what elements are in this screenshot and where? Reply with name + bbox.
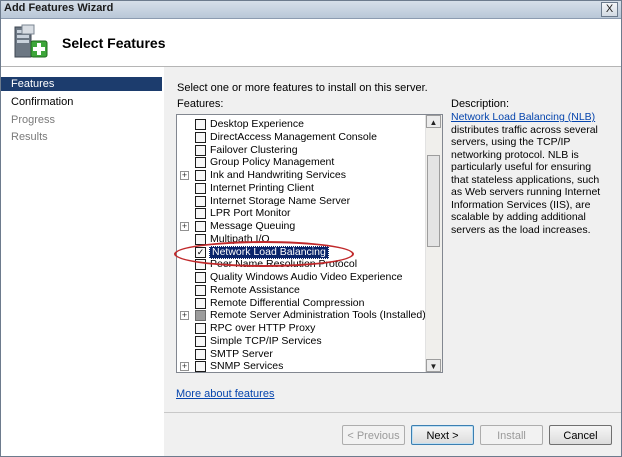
description-label: Description: [451,98,510,110]
feature-checkbox[interactable] [195,195,206,207]
feature-checkbox[interactable] [195,297,206,309]
expand-icon[interactable]: + [180,311,189,321]
feature-label[interactable]: Peer Name Resolution Protocol [210,258,357,271]
feature-row[interactable]: RPC over HTTP Proxy [177,322,427,335]
feature-row[interactable]: SMTP Server [177,348,427,361]
feature-checkbox[interactable] [195,144,206,156]
feature-checkbox[interactable] [195,272,206,283]
feature-label[interactable]: Group Policy Management [210,156,334,169]
feature-row[interactable]: + Remote Server Administration Tools (Ins… [177,309,427,322]
feature-label[interactable]: Quality Windows Audio Video Experience [210,271,402,284]
feature-checkbox[interactable] [195,131,206,143]
install-button: Install [480,425,543,445]
expand-icon[interactable]: + [180,222,189,231]
feature-row[interactable]: LPR Port Monitor [177,207,427,220]
feature-label[interactable]: Remote Differential Compression [210,297,364,310]
feature-description: Network Load Balancing (NLB) distributes… [451,111,611,236]
feature-row[interactable]: Remote Differential Compression [177,297,427,310]
feature-row[interactable]: Simple TCP/IP Services [177,335,427,348]
feature-label[interactable]: Remote Server Administration Tools (Inst… [210,309,426,322]
feature-row[interactable]: + Message Queuing [177,220,427,233]
feature-row[interactable]: ✓ Network Load Balancing [177,245,427,259]
wizard-step-nav: Features Confirmation Progress Results [1,67,164,456]
wizard-footer: < Previous Next > Install Cancel [164,412,621,456]
previous-button: < Previous [342,425,405,445]
feature-checkbox[interactable] [195,284,206,296]
add-features-icon [14,24,48,58]
feature-label[interactable]: SNMP Services [210,360,283,372]
feature-label[interactable]: Ink and Handwriting Services [210,169,346,182]
feature-checkbox[interactable] [195,221,206,232]
title-bar[interactable]: Add Features Wizard X [1,1,621,19]
expand-icon[interactable]: + [180,362,189,372]
nav-item-results: Results [11,131,48,143]
feature-label[interactable]: Message Queuing [210,220,295,233]
feature-row[interactable]: Internet Storage Name Server [177,195,427,208]
feature-label[interactable]: Desktop Experience [210,118,304,131]
feature-checkbox[interactable] [195,170,206,181]
feature-label[interactable]: Network Load Balancing [209,245,329,259]
feature-row[interactable]: Group Policy Management [177,156,427,169]
instruction-text: Select one or more features to install o… [177,82,428,94]
feature-label[interactable]: Internet Printing Client [210,182,314,195]
feature-label[interactable]: DirectAccess Management Console [210,131,377,144]
feature-checkbox[interactable] [195,119,206,130]
feature-row[interactable]: Desktop Experience [177,118,427,131]
feature-checkbox[interactable] [195,323,206,334]
feature-checkbox[interactable]: ✓ [195,246,206,258]
feature-row[interactable]: Peer Name Resolution Protocol [177,258,427,271]
features-tree[interactable]: + SNMP Services SMTP Server Simple TCP/IP S… [176,114,443,373]
scroll-down-icon[interactable]: ▼ [426,359,441,372]
nav-item-progress: Progress [11,114,56,126]
feature-row[interactable]: Internet Printing Client [177,182,427,195]
content-pane: Select one or more features to install o… [164,67,621,412]
feature-label[interactable]: Remote Assistance [210,284,300,297]
feature-label[interactable]: Multipath I/O [210,233,270,246]
feature-checkbox[interactable] [195,361,206,372]
feature-checkbox[interactable] [195,157,206,169]
feature-label[interactable]: SMTP Server [210,348,273,361]
cancel-button[interactable]: Cancel [549,425,612,445]
description-text: distributes traffic across several serve… [451,123,601,236]
feature-label[interactable]: Simple TCP/IP Services [210,335,322,348]
features-label: Features: [177,98,224,110]
feature-checkbox[interactable] [195,348,206,360]
feature-row[interactable]: Remote Assistance [177,284,427,297]
next-button[interactable]: Next > [411,425,474,445]
feature-label[interactable]: Failover Clustering [210,144,298,157]
feature-checkbox[interactable] [195,208,206,220]
feature-row[interactable]: Failover Clustering [177,144,427,157]
feature-row[interactable]: DirectAccess Management Console [177,131,427,144]
footer-divider [164,412,621,413]
nav-item-confirmation[interactable]: Confirmation [1,95,162,109]
feature-checkbox[interactable] [195,259,206,271]
feature-checkbox[interactable] [195,233,206,245]
features-scrollbar[interactable]: ▲ ▼ [425,115,442,372]
expand-icon[interactable]: + [180,171,189,180]
description-link[interactable]: Network Load Balancing (NLB) [451,111,595,123]
nav-item-features[interactable]: Features [1,77,162,91]
add-features-wizard-window: Add Features Wizard X Select Features Fe… [0,0,622,457]
feature-label[interactable]: LPR Port Monitor [210,207,291,220]
feature-checkbox[interactable] [195,310,206,322]
wizard-header: Select Features [1,19,621,67]
feature-row[interactable]: Quality Windows Audio Video Experience [177,271,427,284]
feature-label[interactable]: RPC over HTTP Proxy [210,322,315,335]
feature-checkbox[interactable] [195,335,206,347]
scroll-up-icon[interactable]: ▲ [426,115,441,128]
page-title: Select Features [62,35,166,51]
scroll-thumb[interactable] [427,155,440,247]
window-title: Add Features Wizard [4,2,114,14]
feature-row[interactable]: Multipath I/O [177,233,427,246]
feature-row[interactable]: + SNMP Services [177,360,427,372]
feature-checkbox[interactable] [195,182,206,194]
feature-label[interactable]: Internet Storage Name Server [210,195,350,208]
more-about-features-link[interactable]: More about features [176,388,274,400]
close-button[interactable]: X [601,2,618,17]
feature-row[interactable]: + Ink and Handwriting Services [177,169,427,182]
